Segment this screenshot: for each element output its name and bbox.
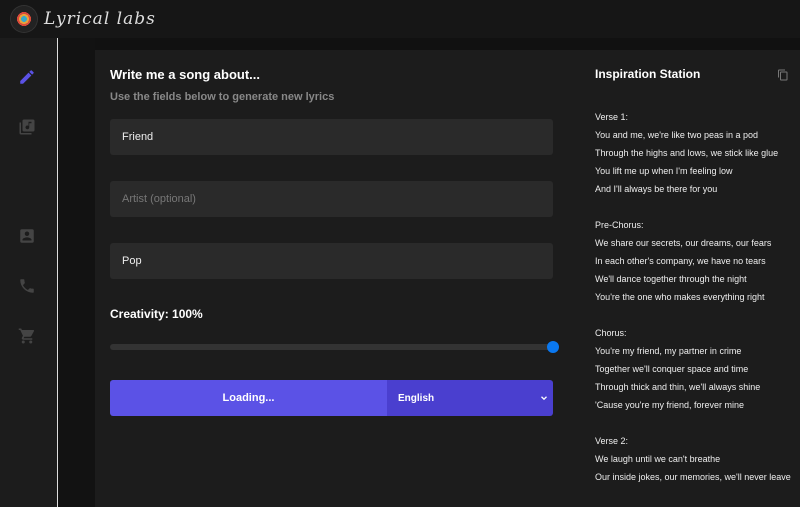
language-value: English <box>398 392 435 404</box>
lyric-line: We share our secrets, our dreams, our fe… <box>595 238 772 248</box>
lyric-line: Together we'll conquer space and time <box>595 364 749 374</box>
lyrics-section-heading: Verse 1: <box>595 112 629 122</box>
lyric-line: Through the highs and lows, we stick lik… <box>595 148 779 158</box>
topic-input[interactable]: Friend <box>110 119 553 155</box>
sidebar <box>0 38 58 507</box>
generate-button[interactable]: Loading... <box>110 380 387 416</box>
slider-thumb[interactable] <box>547 341 559 353</box>
inspiration-title: Inspiration Station <box>595 67 701 81</box>
form-subtitle: Use the fields below to generate new lyr… <box>110 91 335 103</box>
lyric-line: And I'll always be there for you <box>595 184 718 194</box>
lyrics-section-heading: Pre-Chorus: <box>595 220 644 230</box>
language-select[interactable]: English <box>387 380 553 416</box>
copy-icon[interactable] <box>777 69 789 81</box>
lyrics-section-heading: Chorus: <box>595 328 627 338</box>
lyric-line: 'Cause you're my friend, forever mine <box>595 400 744 410</box>
top-bar: Lyrical labs <box>0 0 800 38</box>
lyric-line: You lift me up when I'm feeling low <box>595 166 733 176</box>
lyric-line: We laugh until we can't breathe <box>595 454 721 464</box>
cart-icon[interactable] <box>18 327 36 345</box>
chevron-down-icon <box>541 396 547 401</box>
app-logo-text: Lyrical labs <box>44 9 156 29</box>
creativity-slider[interactable] <box>110 341 559 353</box>
lyric-line: You and me, we're like two peas in a pod <box>595 130 758 140</box>
lyric-line: Through thick and thin, we'll always shi… <box>595 382 761 392</box>
form-title: Write me a song about... <box>110 67 261 82</box>
spacer <box>59 38 95 507</box>
genre-input[interactable]: Pop <box>110 243 553 279</box>
lyrics-section-heading: Verse 2: <box>595 436 629 446</box>
logo-icon <box>10 5 38 33</box>
lyric-line: We'll dance together through the night <box>595 274 747 284</box>
lyrics-output: Verse 1: You and me, we're like two peas … <box>595 112 795 482</box>
main-panel: Write me a song about... Use the fields … <box>95 50 800 507</box>
lyric-line: You're my friend, my partner in crime <box>595 346 742 356</box>
lyric-line: In each other's company, we have no tear… <box>595 256 766 266</box>
phone-icon[interactable] <box>18 277 36 295</box>
artist-input[interactable]: Artist (optional) <box>110 181 553 217</box>
contact-icon[interactable] <box>18 227 36 245</box>
creativity-label: Creativity: 100% <box>110 307 203 321</box>
music-library-icon[interactable] <box>18 118 36 136</box>
lyric-line: You're the one who makes everything righ… <box>595 292 765 302</box>
lyric-line: Our inside jokes, our memories, we'll ne… <box>595 472 791 482</box>
pencil-icon[interactable] <box>18 68 36 86</box>
